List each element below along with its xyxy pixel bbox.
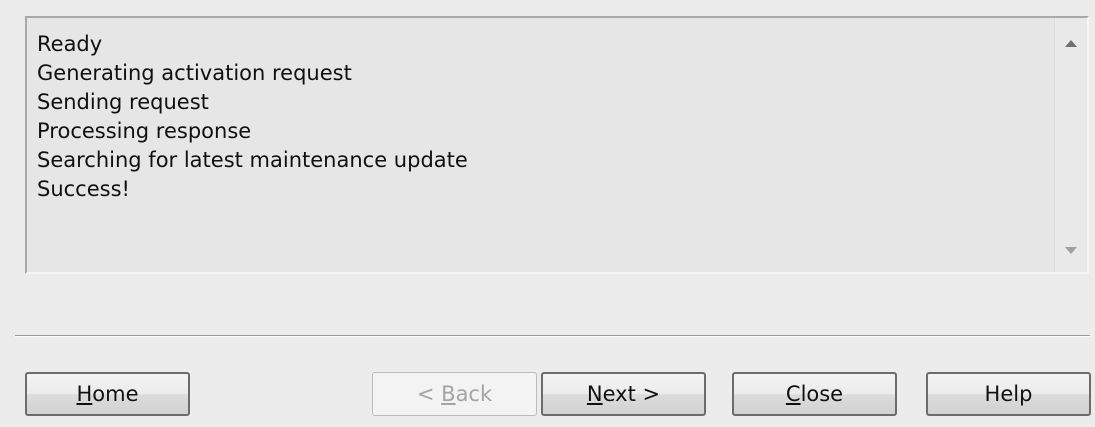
back-button-label: < Back [416,382,493,406]
log-line-ready: Ready [37,32,103,56]
status-log-list: Ready Generating activation request Send… [37,30,468,204]
back-button[interactable]: < Back [372,372,537,416]
log-line-processing: Processing response [37,119,252,143]
status-log-panel[interactable]: Ready Generating activation request Send… [25,16,1089,274]
help-button[interactable]: Help [926,372,1091,416]
log-vertical-scrollbar[interactable] [1054,18,1087,272]
close-button[interactable]: Close [732,372,897,416]
scroll-up-arrow-icon[interactable] [1065,40,1077,47]
home-button-label: Home [76,382,139,406]
home-button[interactable]: Home [25,372,190,416]
log-line-sending: Sending request [37,90,209,114]
log-line-generating: Generating activation request [37,61,352,85]
next-button-label: Next > [586,382,661,406]
log-line-success: Success! [37,177,130,201]
close-button-label: Close [785,382,844,406]
scroll-down-arrow-icon[interactable] [1065,247,1077,254]
help-button-label: Help [984,382,1033,406]
log-line-searching: Searching for latest maintenance update [37,148,468,172]
footer-separator [15,335,1090,337]
next-button[interactable]: Next > [541,372,706,416]
activation-dialog: Ready Generating activation request Send… [0,0,1095,427]
